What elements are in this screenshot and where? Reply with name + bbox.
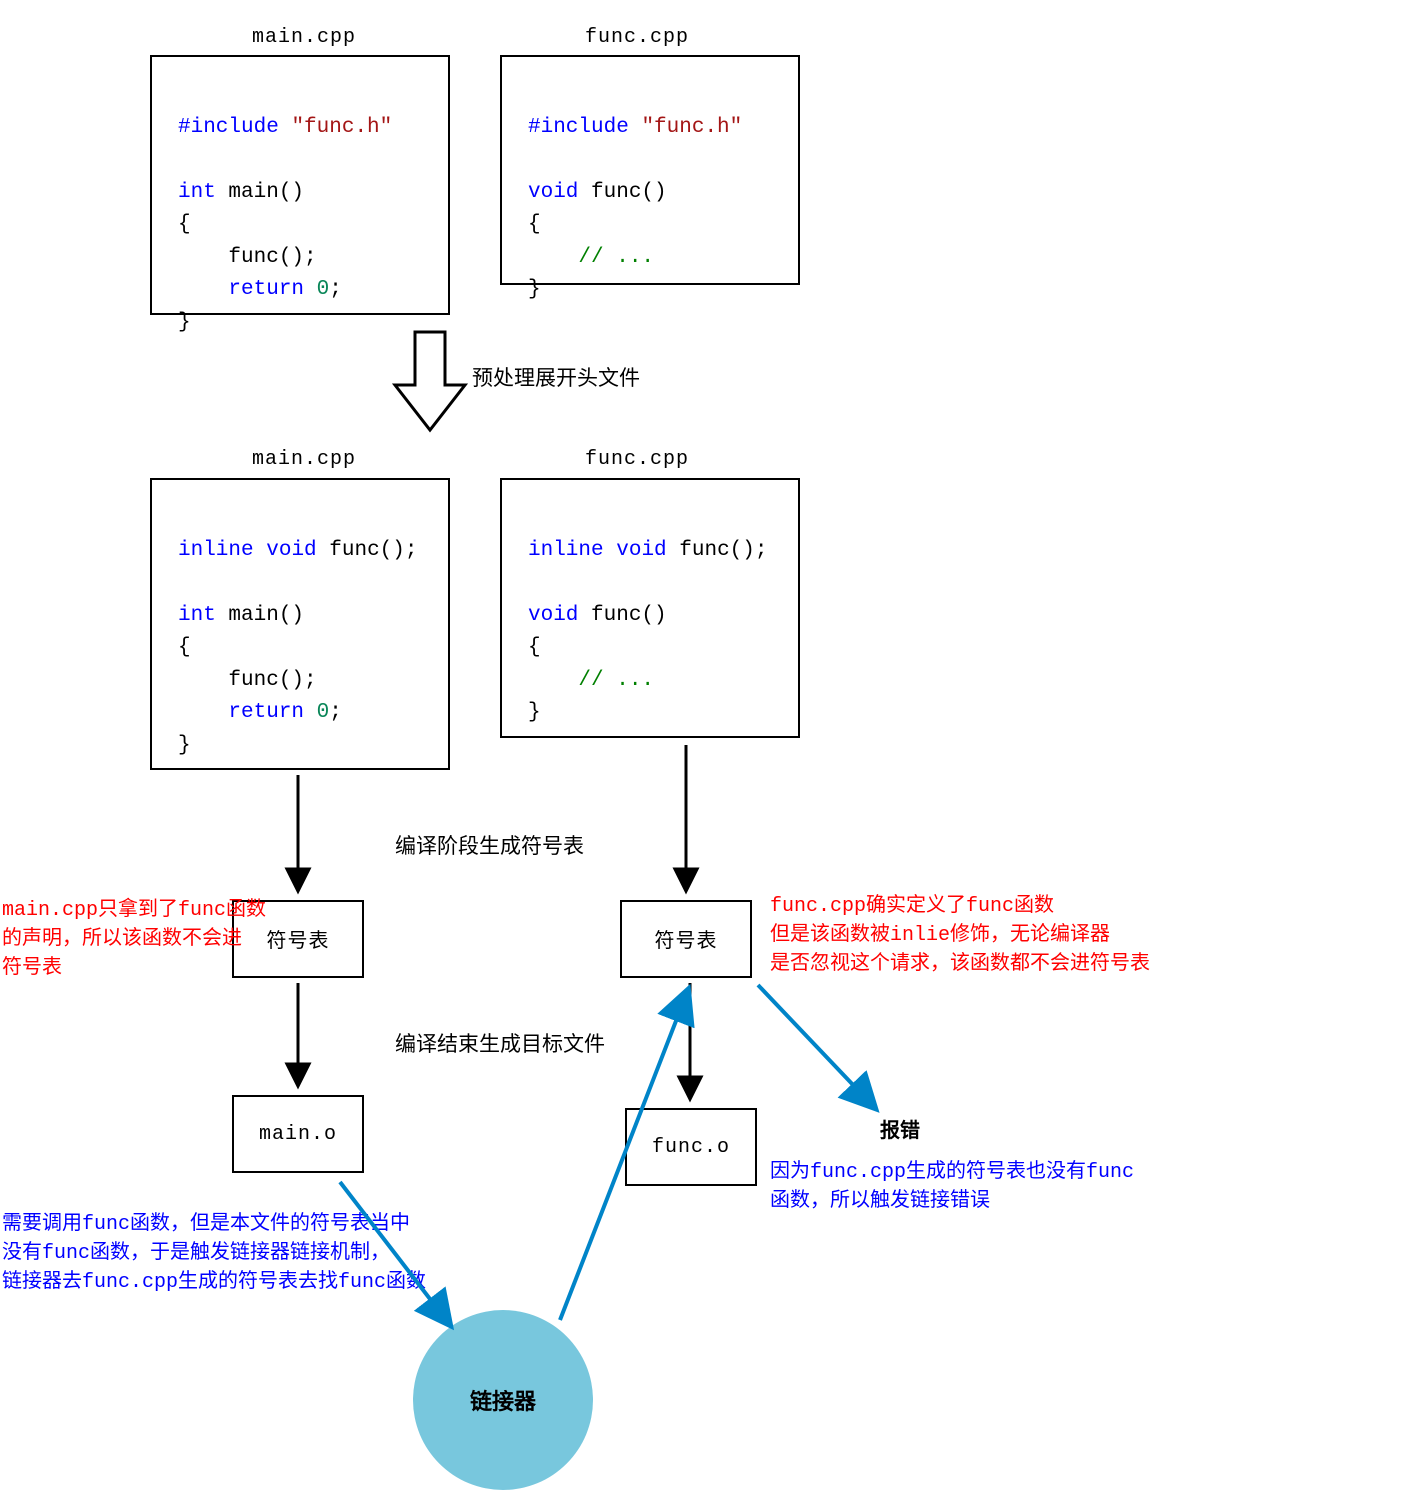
code-token: func(); [317,539,418,562]
file-label-func-top: func.cpp [585,26,689,49]
compile-end-label: 编译结束生成目标文件 [395,1028,605,1058]
code-token: inline [178,539,254,562]
code-token: main() [216,181,304,204]
code-token: func(); [178,246,317,269]
code-box-func-top: #include "func.h" void func() { // ... } [500,55,800,285]
code-token: main() [216,604,304,627]
code-token: 0 [317,278,330,301]
code-token: void [616,539,666,562]
linker-circle: 链接器 [413,1310,593,1490]
code-token: // ... [528,669,654,692]
code-token: } [528,278,541,301]
func-o-box: func.o [625,1108,757,1186]
code-token: func() [578,604,666,627]
code-token: #include [528,116,629,139]
preprocess-label: 预处理展开头文件 [472,362,640,392]
code-token: func(); [178,669,317,692]
file-label-func-mid: func.cpp [585,448,689,471]
code-token: } [178,734,191,757]
code-token: func() [578,181,666,204]
code-token: { [178,213,191,236]
code-token: void [528,181,578,204]
code-box-func-mid: inline void func(); void func() { // ...… [500,478,800,738]
annotation-red-right: func.cpp确实定义了func函数 但是该函数被inlie修饰，无论编译器 … [770,892,1150,979]
code-token: { [528,213,541,236]
code-token: // ... [528,246,654,269]
code-token: func(); [667,539,768,562]
code-token: int [178,604,216,627]
code-token: void [528,604,578,627]
file-label-main-top: main.cpp [252,26,356,49]
code-token: 0 [317,701,330,724]
arrow-symtab-to-error [758,985,875,1108]
code-token: } [528,701,541,724]
code-token: int [178,181,216,204]
main-o-box: main.o [232,1095,364,1173]
code-token: return [228,278,304,301]
code-token: } [178,311,191,334]
code-token: inline [528,539,604,562]
code-token: "func.h" [641,116,742,139]
file-label-main-mid: main.cpp [252,448,356,471]
code-token: ; [329,278,342,301]
code-token: { [528,636,541,659]
code-token: void [266,539,316,562]
code-token: return [228,701,304,724]
symtab-box-right: 符号表 [620,900,752,978]
code-box-main-top: #include "func.h" int main() { func(); r… [150,55,450,315]
annotation-blue-left: 需要调用func函数，但是本文件的符号表当中 没有func函数，于是触发链接器链… [2,1210,426,1297]
annotation-blue-error-title: 报错 [880,1118,920,1147]
annotation-red-left: main.cpp只拿到了func函数 的声明，所以该函数不会进 符号表 [2,896,266,983]
code-token: #include [178,116,279,139]
code-box-main-mid: inline void func(); int main() { func();… [150,478,450,770]
code-token: { [178,636,191,659]
code-token: ; [329,701,342,724]
compile-stage-label: 编译阶段生成符号表 [395,830,584,860]
code-token: "func.h" [291,116,392,139]
annotation-blue-right: 因为func.cpp生成的符号表也没有func 函数，所以触发链接错误 [770,1158,1134,1216]
